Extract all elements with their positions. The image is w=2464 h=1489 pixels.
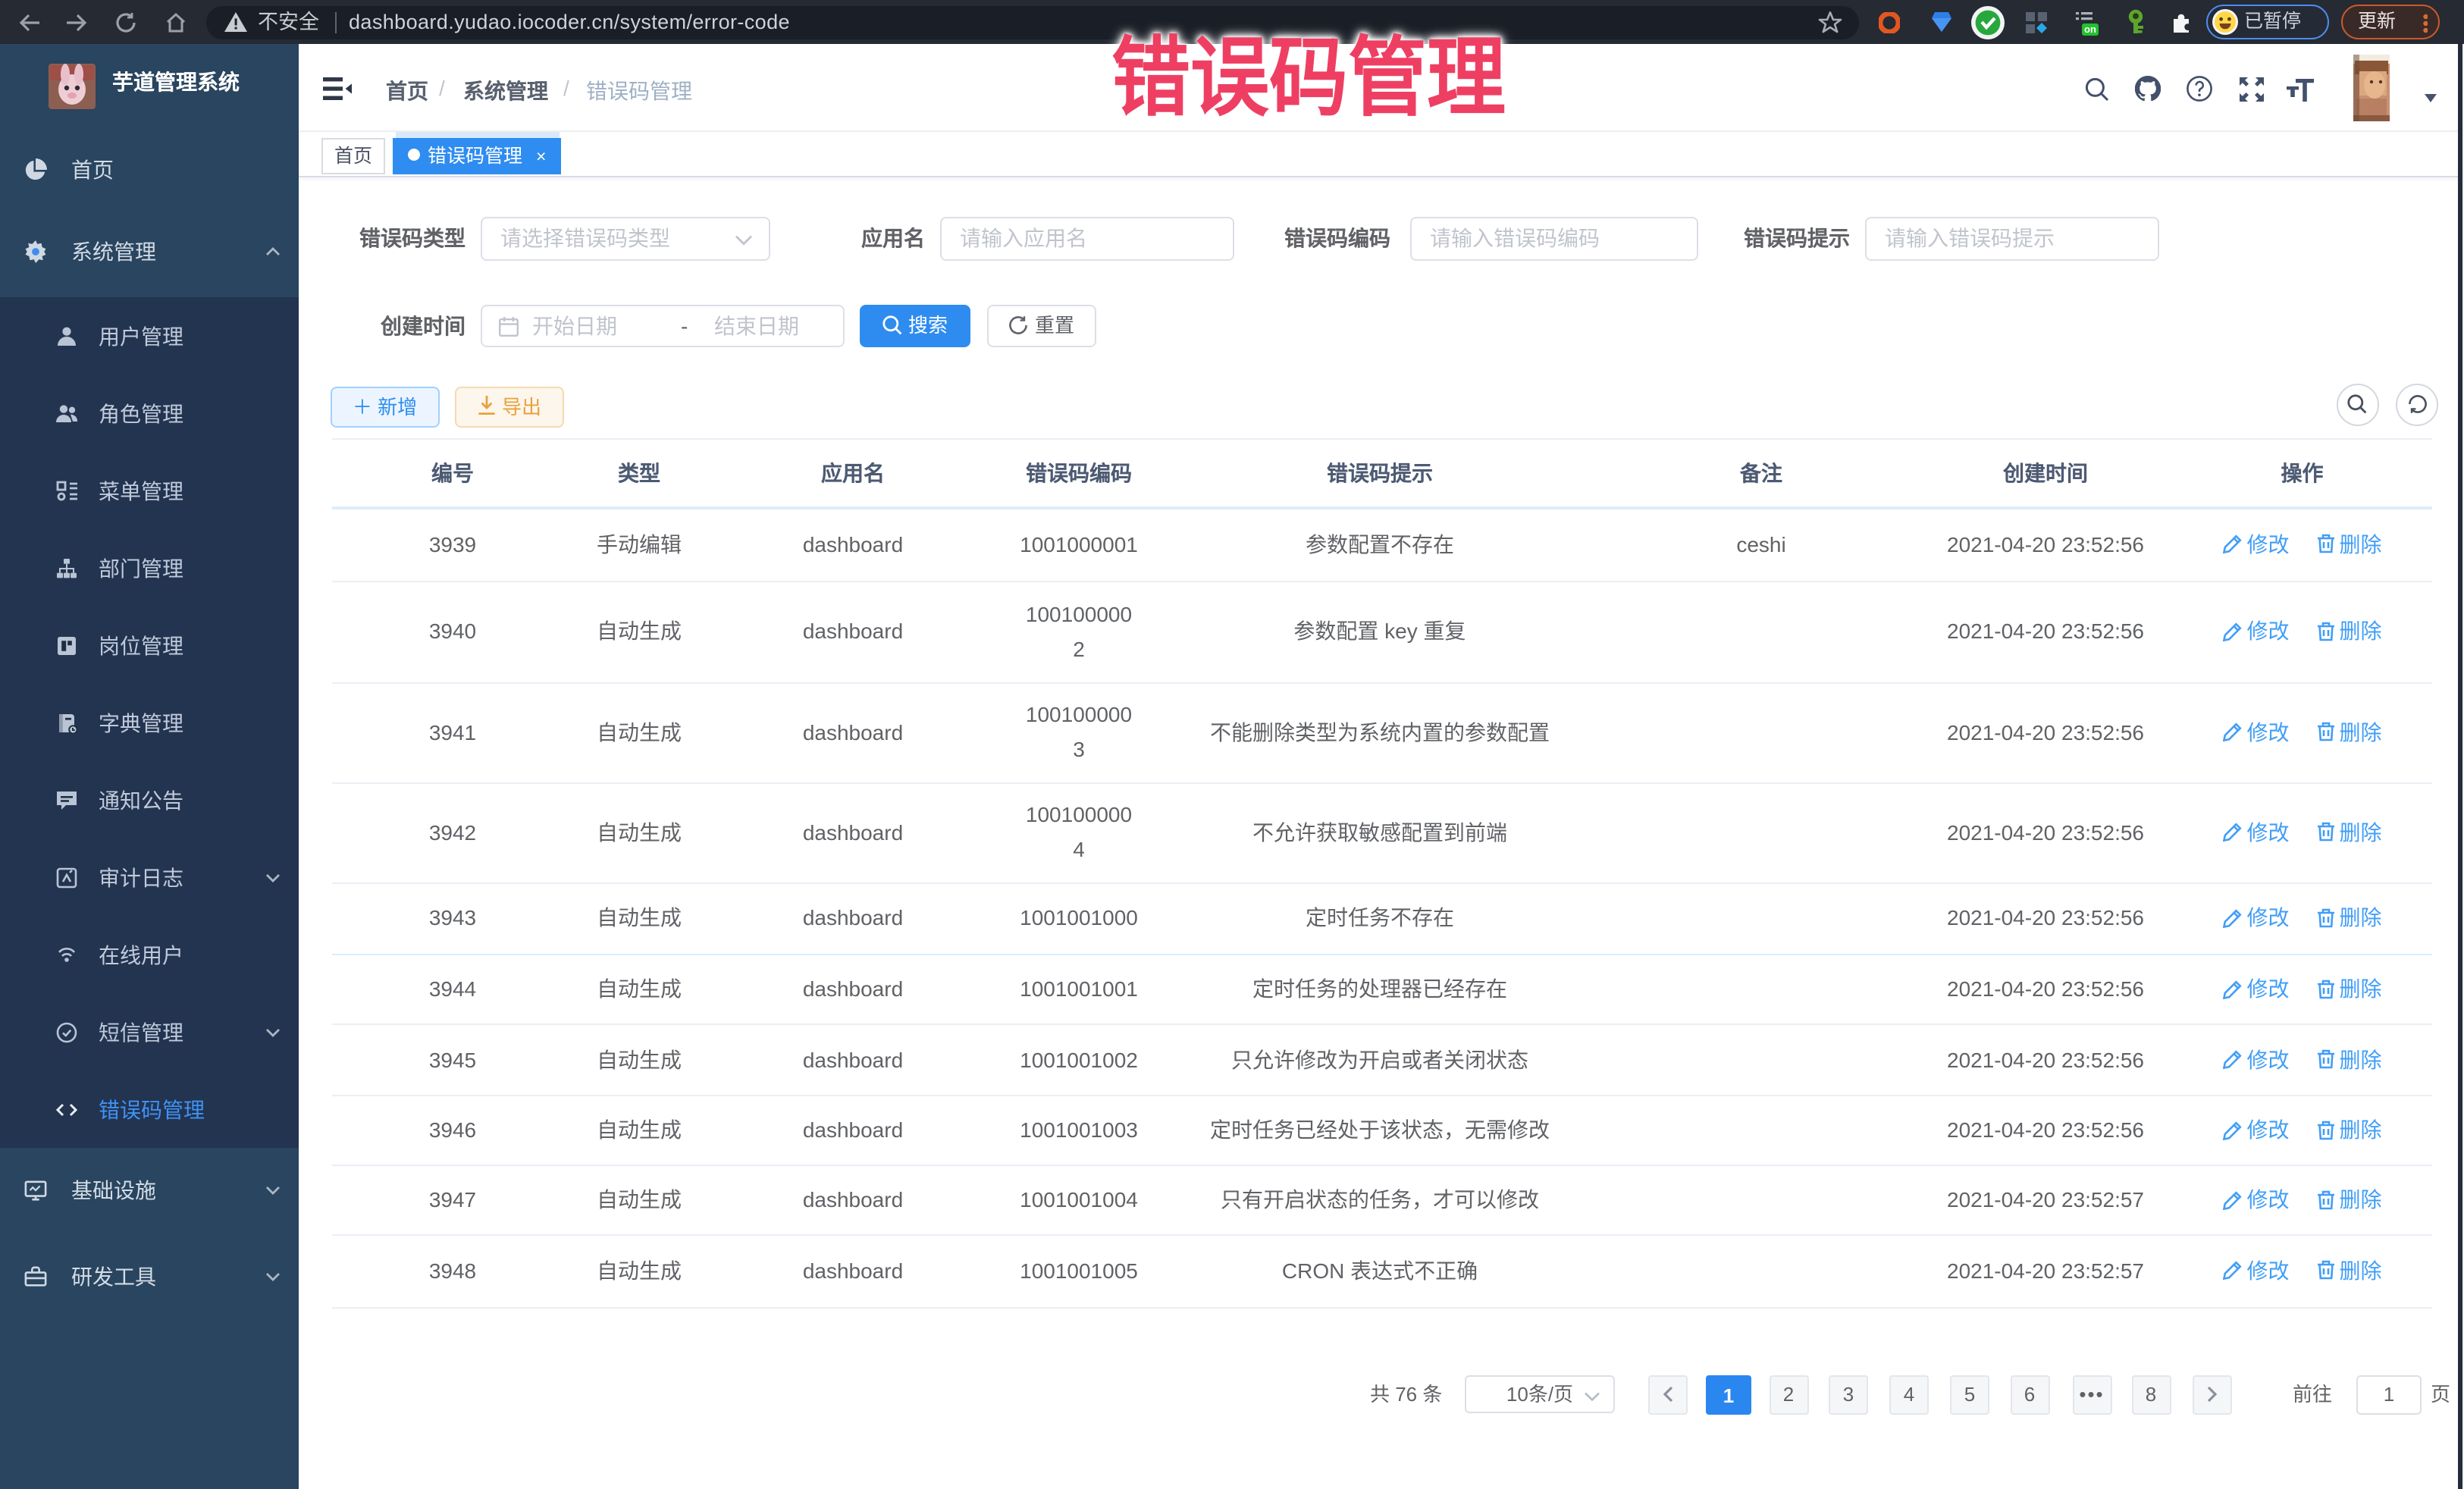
svg-text:on: on <box>2084 24 2096 35</box>
